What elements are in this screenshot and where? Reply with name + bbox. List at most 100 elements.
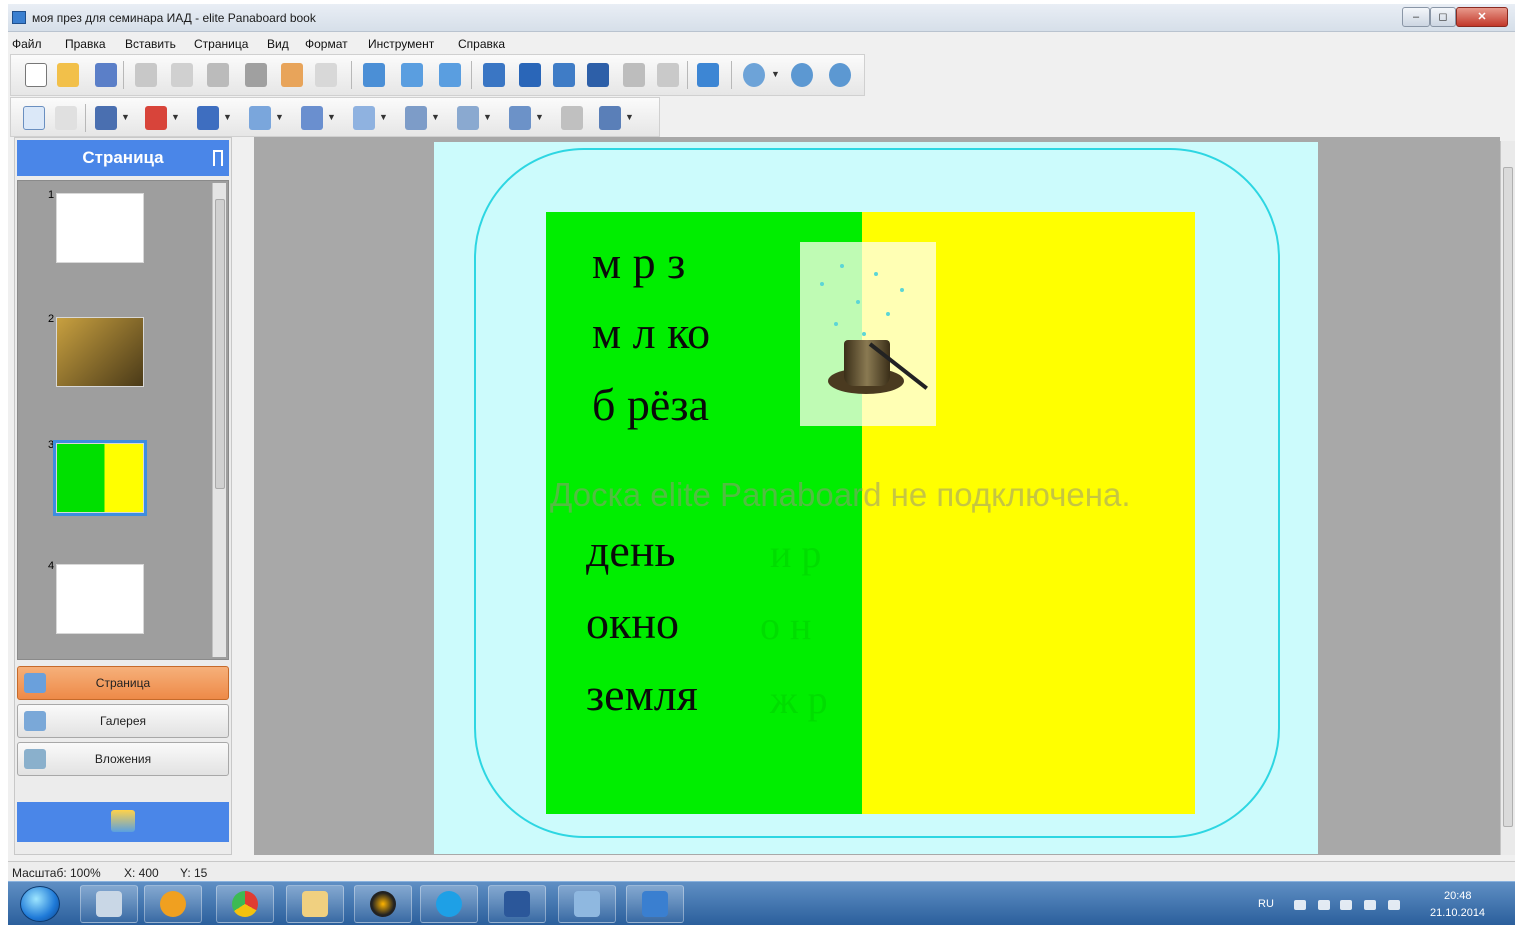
marker-dropdown-arrow[interactable]: ▼: [275, 112, 284, 122]
fill-icon[interactable]: [509, 106, 531, 130]
new-page-icon[interactable]: [25, 63, 47, 87]
menu-page[interactable]: Страница: [194, 37, 248, 51]
delete-icon[interactable]: [207, 63, 229, 87]
red-pen-dropdown-arrow[interactable]: ▼: [171, 112, 180, 122]
show-hidden-icons-icon[interactable]: [1294, 900, 1306, 910]
taskbar-app-files[interactable]: [558, 885, 616, 923]
hidden-letters[interactable]: о н: [760, 602, 811, 649]
close-button[interactable]: ✕: [1456, 7, 1508, 27]
page-thumbnail-4[interactable]: [56, 564, 144, 634]
taskbar-app-chrome[interactable]: [216, 885, 274, 923]
open-icon[interactable]: [57, 63, 79, 87]
line-dropdown-arrow[interactable]: ▼: [483, 112, 492, 122]
taskbar-app-media-player[interactable]: [144, 885, 202, 923]
stamp-icon[interactable]: [301, 106, 323, 130]
word-card[interactable]: м р з: [592, 236, 685, 289]
taskbar-app-word[interactable]: [488, 885, 546, 923]
page-tab-button[interactable]: Страница: [17, 666, 229, 700]
network-icon[interactable]: [1340, 900, 1352, 910]
menu-tools[interactable]: Инструмент: [368, 37, 434, 51]
prev-page-icon[interactable]: [401, 63, 423, 87]
minimize-button[interactable]: –: [1402, 7, 1430, 27]
cut-icon[interactable]: [135, 63, 157, 87]
shape-dropdown-arrow[interactable]: ▼: [379, 112, 388, 122]
attachments-tab-button[interactable]: Вложения: [17, 742, 229, 776]
camera-icon[interactable]: [483, 63, 505, 87]
zoom-icon[interactable]: [743, 63, 765, 87]
taskbar-app-unknown[interactable]: [354, 885, 412, 923]
text-icon[interactable]: [599, 106, 621, 130]
page-thumbnail-3[interactable]: [53, 440, 147, 516]
pen-dropdown-arrow[interactable]: ▼: [121, 112, 130, 122]
menu-edit[interactable]: Правка: [65, 37, 106, 51]
language-indicator[interactable]: RU: [1258, 898, 1274, 910]
insert-page-icon[interactable]: [363, 63, 385, 87]
eraser-icon[interactable]: [405, 106, 427, 130]
slide-page[interactable]: м р з м л ко б рёза день окно земля и р …: [434, 142, 1318, 854]
zoom-out-icon[interactable]: [829, 63, 851, 87]
word-card[interactable]: окно: [586, 596, 679, 649]
action-center-flag-icon[interactable]: [1318, 900, 1330, 910]
page-thumbnail-2[interactable]: [56, 317, 144, 387]
undo-icon[interactable]: [281, 63, 303, 87]
shape-icon[interactable]: [353, 106, 375, 130]
image-icon[interactable]: [553, 63, 575, 87]
word-card[interactable]: м л ко: [592, 306, 710, 359]
zoom-dropdown-arrow[interactable]: ▼: [771, 69, 780, 79]
hidden-letters[interactable]: и р: [770, 530, 821, 577]
word-card[interactable]: б рёза: [592, 378, 709, 431]
sidebar-toggle-icon[interactable]: [111, 810, 135, 832]
blue-pen-dropdown-arrow[interactable]: ▼: [223, 112, 232, 122]
print-icon[interactable]: [623, 63, 645, 87]
record-icon[interactable]: [587, 63, 609, 87]
blue-pen-icon[interactable]: [197, 106, 219, 130]
red-pen-icon[interactable]: [145, 106, 167, 130]
word-card[interactable]: земля: [586, 668, 698, 721]
menu-format[interactable]: Формат: [305, 37, 348, 51]
line-icon[interactable]: [457, 106, 479, 130]
connector-icon[interactable]: [561, 106, 583, 130]
sidebar-bottom-bar[interactable]: [17, 802, 229, 842]
thumbnail-scrollbar-thumb[interactable]: [215, 199, 225, 489]
gallery-tab-button[interactable]: Галерея: [17, 704, 229, 738]
eraser-dropdown-arrow[interactable]: ▼: [431, 112, 440, 122]
text-dropdown-arrow[interactable]: ▼: [625, 112, 634, 122]
canvas-scrollbar-thumb[interactable]: [1503, 167, 1513, 827]
menu-insert[interactable]: Вставить: [125, 37, 176, 51]
taskbar-app-skype[interactable]: [420, 885, 478, 923]
canvas-scrollbar[interactable]: [1500, 141, 1515, 855]
maximize-button[interactable]: ◻: [1430, 7, 1456, 27]
pin-icon[interactable]: [213, 150, 223, 166]
object-select-icon[interactable]: [55, 106, 77, 130]
select-icon[interactable]: [23, 106, 45, 130]
clock-date[interactable]: 21.10.2014: [1430, 907, 1485, 919]
next-page-icon[interactable]: [439, 63, 461, 87]
paste-icon[interactable]: [245, 63, 267, 87]
marker-icon[interactable]: [249, 106, 271, 130]
email-icon[interactable]: [697, 63, 719, 87]
word-card[interactable]: день: [586, 524, 675, 577]
redo-icon[interactable]: [315, 63, 337, 87]
pen-icon[interactable]: [95, 106, 117, 130]
stamp-dropdown-arrow[interactable]: ▼: [327, 112, 336, 122]
taskbar-app-panaboard[interactable]: [626, 885, 684, 923]
hidden-letters[interactable]: ж р: [770, 676, 828, 723]
screen-capture-icon[interactable]: [519, 63, 541, 87]
save-icon[interactable]: [95, 63, 117, 87]
menu-view[interactable]: Вид: [267, 37, 289, 51]
copy-icon[interactable]: [171, 63, 193, 87]
menu-file[interactable]: Файл: [12, 37, 42, 51]
magic-hat-image[interactable]: [800, 242, 936, 426]
pdf-icon[interactable]: [657, 63, 679, 87]
taskbar-app-explorer[interactable]: [286, 885, 344, 923]
fill-dropdown-arrow[interactable]: ▼: [535, 112, 544, 122]
signal-icon[interactable]: [1364, 900, 1376, 910]
page-thumbnail-1[interactable]: [56, 193, 144, 263]
clock-time[interactable]: 20:48: [1444, 890, 1472, 902]
thumbnail-scrollbar[interactable]: [212, 183, 226, 657]
zoom-in-icon[interactable]: [791, 63, 813, 87]
taskbar-app-calculator[interactable]: [80, 885, 138, 923]
start-button[interactable]: [20, 886, 60, 922]
menu-help[interactable]: Справка: [458, 37, 505, 51]
volume-icon[interactable]: [1388, 900, 1400, 910]
